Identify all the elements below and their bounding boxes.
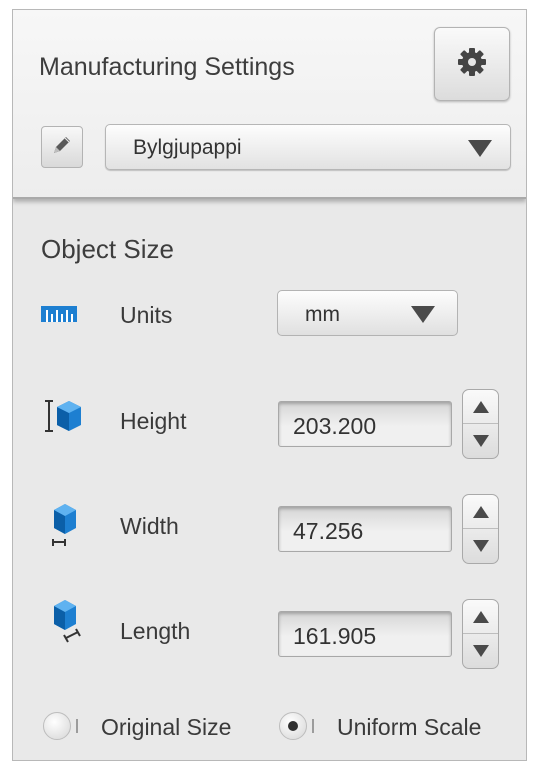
height-input[interactable]: 203.200 <box>278 401 452 447</box>
units-label: Units <box>120 302 173 328</box>
arrow-down-icon <box>473 540 489 552</box>
length-increment-button[interactable] <box>463 600 498 634</box>
edit-profile-button[interactable] <box>41 126 83 168</box>
gear-icon <box>457 47 487 82</box>
radio-divider <box>76 719 78 733</box>
length-stepper[interactable] <box>462 599 499 669</box>
arrow-up-icon <box>473 401 489 413</box>
profile-select[interactable]: Bylgjupappi <box>105 124 511 170</box>
settings-button[interactable] <box>434 27 510 101</box>
original-size-label[interactable]: Original Size <box>101 714 231 741</box>
height-label: Height <box>120 408 187 434</box>
pencil-icon <box>50 133 74 162</box>
uniform-scale-radio[interactable] <box>279 712 307 740</box>
object-size-title: Object Size <box>41 234 174 264</box>
panel-header: Manufacturing Settings Bylgjupappi <box>13 10 526 199</box>
height-decrement-button[interactable] <box>463 424 498 458</box>
radio-selected-dot <box>288 721 298 731</box>
length-decrement-button[interactable] <box>463 634 498 668</box>
chevron-down-icon <box>468 140 492 157</box>
width-increment-button[interactable] <box>463 495 498 529</box>
length-label: Length <box>120 618 191 644</box>
profile-select-value: Bylgjupappi <box>133 136 242 159</box>
units-select[interactable]: mm <box>277 290 458 336</box>
length-input[interactable]: 161.905 <box>278 611 452 657</box>
manufacturing-settings-panel: Manufacturing Settings Bylgjupappi Objec… <box>12 9 527 761</box>
width-cube-icon <box>50 502 80 553</box>
panel-title: Manufacturing Settings <box>39 53 295 81</box>
uniform-scale-label[interactable]: Uniform Scale <box>337 714 481 741</box>
height-increment-button[interactable] <box>463 390 498 424</box>
arrow-up-icon <box>473 506 489 518</box>
chevron-down-icon <box>411 306 435 323</box>
width-input[interactable]: 47.256 <box>278 506 452 552</box>
radio-divider <box>312 719 314 733</box>
width-label: Width <box>120 513 179 539</box>
height-cube-icon <box>43 398 85 439</box>
arrow-down-icon <box>473 645 489 657</box>
original-size-radio[interactable] <box>43 712 71 740</box>
arrow-up-icon <box>473 611 489 623</box>
ruler-icon <box>41 304 77 329</box>
length-cube-icon <box>50 598 84 653</box>
width-stepper[interactable] <box>462 494 499 564</box>
width-decrement-button[interactable] <box>463 529 498 563</box>
height-stepper[interactable] <box>462 389 499 459</box>
arrow-down-icon <box>473 435 489 447</box>
units-select-value: mm <box>305 303 340 326</box>
